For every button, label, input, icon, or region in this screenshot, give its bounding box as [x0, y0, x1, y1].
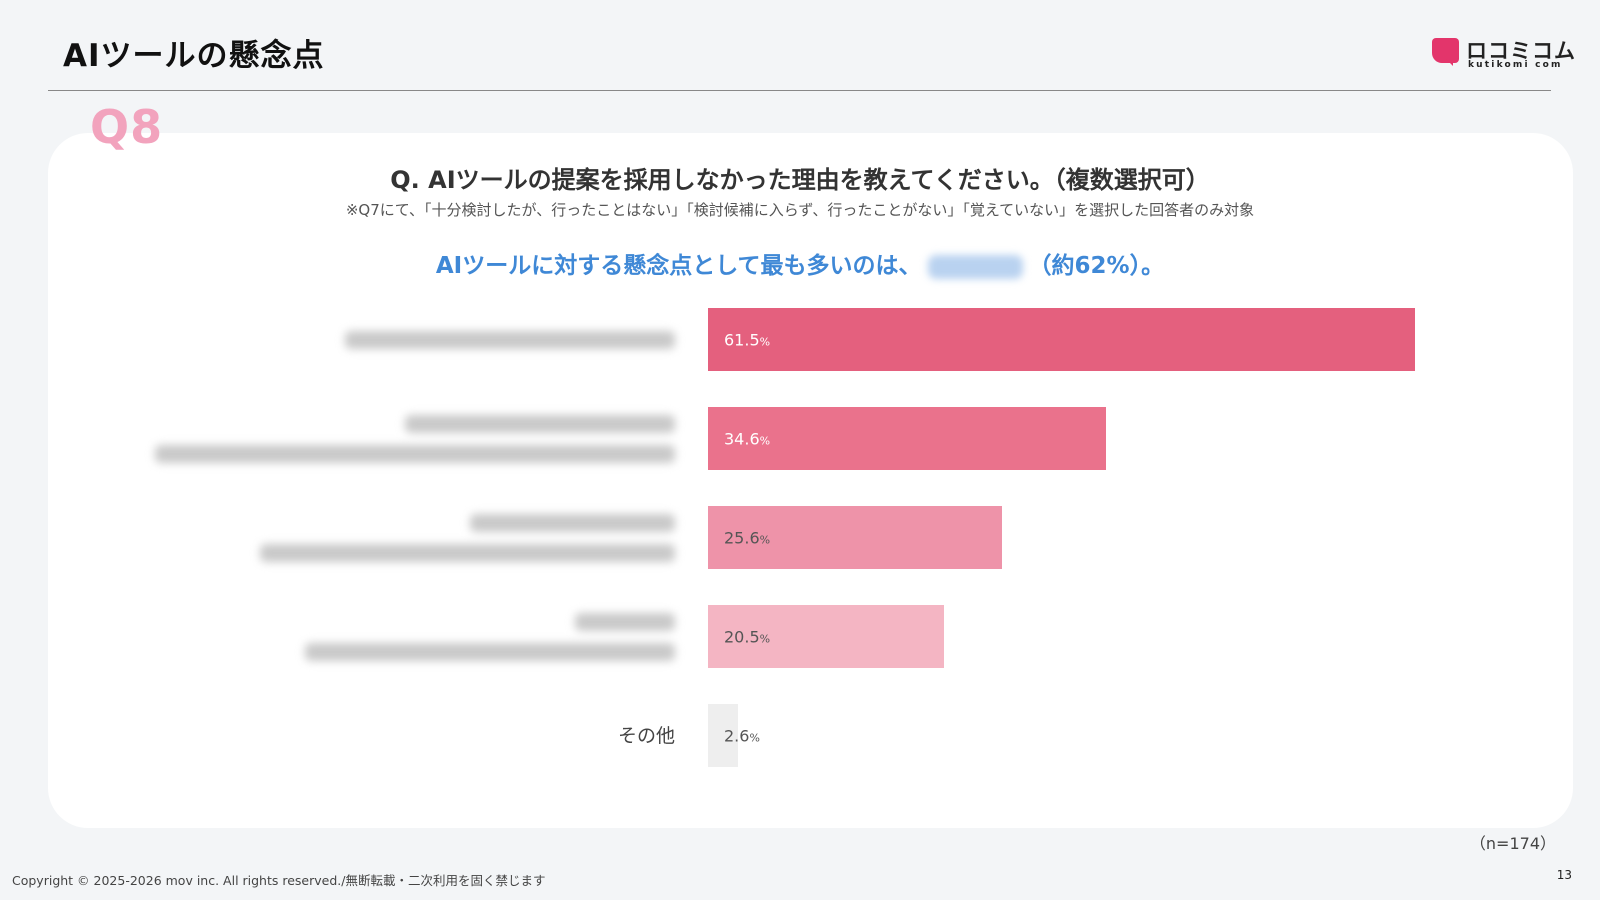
data-label: 2.6%: [724, 726, 760, 745]
headline-lead: AIツールに対する懸念点として最も多いのは、: [435, 253, 922, 279]
redacted-line: [260, 543, 675, 562]
page-title: AIツールの懸念点: [63, 38, 325, 74]
data-label-unit: %: [759, 335, 771, 348]
bar: 25.6%: [708, 506, 1003, 569]
page-number: 13: [1556, 868, 1572, 882]
data-label-number: 61.5: [724, 330, 760, 349]
data-label-unit: %: [759, 632, 771, 645]
redacted-line: [305, 642, 675, 661]
headline-tail: （約62%）。: [1028, 253, 1165, 279]
sample-size: （n=174）: [1469, 834, 1556, 853]
question-note: ※Q7にて、「十分検討したが、行ったことはない」「検討候補に入らず、行ったことが…: [345, 201, 1255, 219]
copyright-notice: Copyright © 2025-2026 mov inc. All right…: [12, 873, 546, 888]
logo-subtext: kutikomi com: [1468, 60, 1563, 70]
key-finding-headline: AIツールに対する懸念点として最も多いのは、 （約62%）。: [0, 246, 1600, 280]
data-label-unit: %: [759, 434, 771, 447]
data-label-number: 34.6: [724, 429, 760, 448]
data-label: 34.6%: [724, 429, 770, 448]
question-number-badge: Q8: [90, 100, 164, 154]
bar: 61.5%: [708, 308, 1415, 371]
bar: 34.6%: [708, 407, 1106, 470]
title-divider: [48, 90, 1551, 91]
redacted-line: [155, 444, 675, 463]
category-label-redacted: [345, 330, 675, 349]
data-label: 20.5%: [724, 627, 770, 646]
category-label-redacted: [155, 414, 675, 463]
content-card: [48, 133, 1573, 828]
speech-bubble-icon: [1432, 38, 1459, 66]
data-label: 61.5%: [724, 330, 770, 349]
data-label-number: 2.6: [724, 726, 750, 745]
redacted-line: [405, 414, 675, 433]
redacted-line: [470, 513, 675, 532]
redacted-text: [927, 254, 1023, 279]
redacted-line: [345, 330, 675, 349]
category-label-redacted: [305, 612, 675, 661]
data-label-number: 20.5: [724, 627, 760, 646]
redacted-line: [575, 612, 675, 631]
bar: 2.6%: [708, 704, 760, 767]
data-label-unit: %: [759, 533, 771, 546]
data-label-number: 25.6: [724, 528, 760, 547]
category-label: その他: [617, 724, 675, 747]
category-label-redacted: [260, 513, 675, 562]
brand-logo: ロコミコム kutikomi com: [1432, 35, 1575, 71]
data-label-unit: %: [749, 731, 760, 744]
bar: 20.5%: [708, 605, 944, 668]
data-label: 25.6%: [724, 528, 770, 547]
slide: AIツールの懸念点 ロコミコム kutikomi com Q8 Q. AIツール…: [0, 0, 1600, 900]
question-text: Q. AIツールの提案を採用しなかった理由を教えてください。（複数選択可）: [390, 166, 1210, 194]
